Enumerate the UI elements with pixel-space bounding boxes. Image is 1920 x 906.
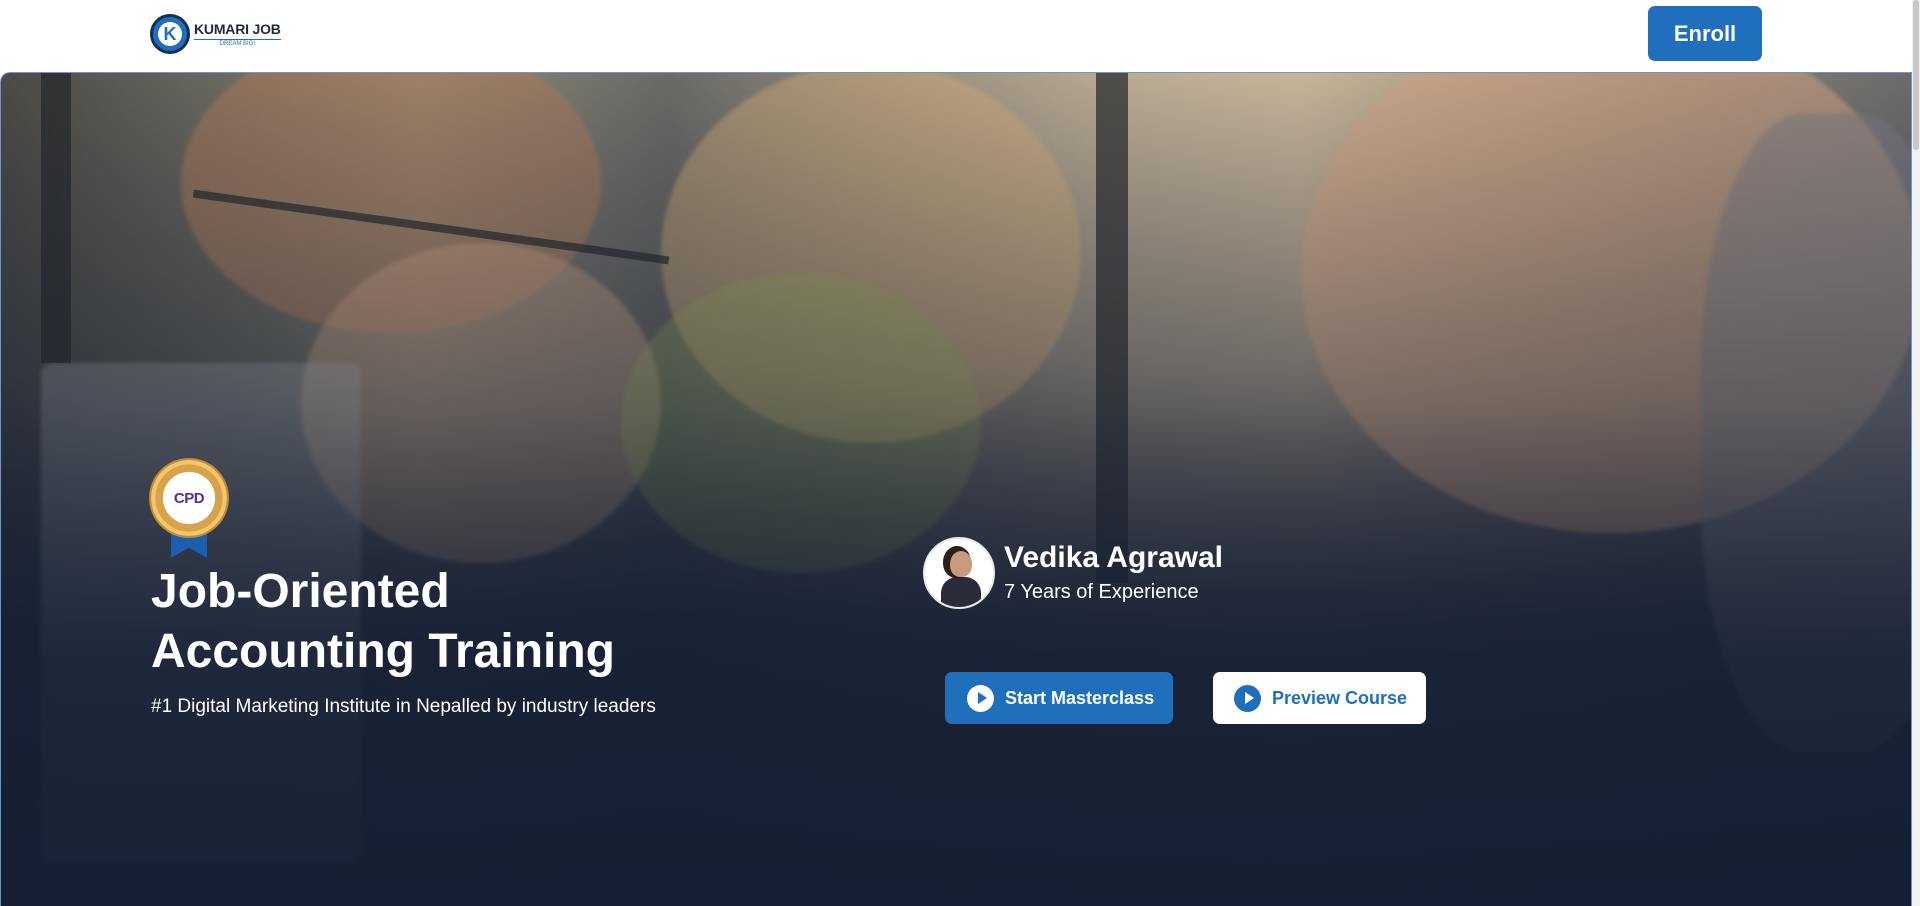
hero-headline: Job-Oriented Accounting Training — [151, 562, 751, 682]
logo-tagline: DREAM BIG! — [194, 38, 281, 47]
avatar-body-shape — [941, 577, 981, 607]
start-masterclass-button[interactable]: Start Masterclass — [945, 672, 1173, 724]
avatar-head-shape — [950, 551, 972, 577]
hero-dark-overlay — [1, 73, 1911, 906]
instructor-experience: 7 Years of Experience — [1004, 581, 1199, 603]
play-circle-icon — [967, 684, 994, 712]
instructor-details: Vedika Agrawal 7 Years of Experience — [1004, 540, 1223, 606]
hero-section — [0, 72, 1912, 906]
play-circle-icon — [1234, 684, 1261, 712]
badge-text: CPD — [173, 489, 205, 507]
cpd-member-badge-icon: CPD — [151, 460, 227, 560]
preview-course-button[interactable]: Preview Course — [1213, 672, 1426, 724]
logo-letter: K — [158, 22, 182, 46]
headline-line-1: Job-Oriented — [151, 565, 450, 618]
instructor-avatar — [923, 537, 995, 609]
hero-subheadline: #1 Digital Marketing Institute in Nepall… — [151, 696, 656, 717]
headline-line-2: Accounting Training — [151, 625, 615, 678]
badge-seal: CPD — [151, 460, 227, 536]
instructor-card: Vedika Agrawal 7 Years of Experience — [923, 537, 1223, 609]
k-circle-logo-icon: K — [150, 14, 190, 54]
top-navbar: K KUMARI JOB DREAM BIG! Enroll — [0, 0, 1920, 72]
preview-course-label: Preview Course — [1272, 687, 1408, 708]
logo-name: KUMARI JOB — [194, 20, 281, 37]
instructor-name: Vedika Agrawal — [1004, 541, 1223, 574]
logo-text-block: KUMARI JOB DREAM BIG! — [194, 22, 281, 47]
kumari-job-logo[interactable]: K KUMARI JOB DREAM BIG! — [150, 13, 281, 55]
enroll-button[interactable]: Enroll — [1648, 6, 1762, 61]
scrollbar-thumb[interactable] — [1913, 0, 1919, 150]
page-scrollbar[interactable] — [1912, 0, 1920, 906]
start-masterclass-label: Start Masterclass — [1005, 687, 1155, 708]
